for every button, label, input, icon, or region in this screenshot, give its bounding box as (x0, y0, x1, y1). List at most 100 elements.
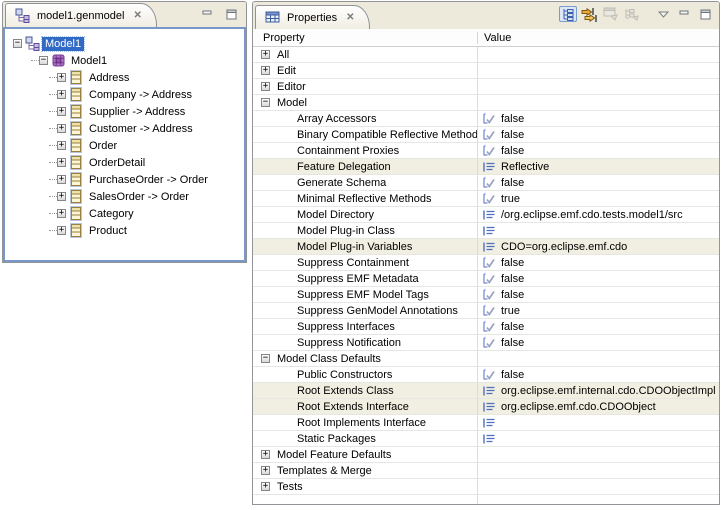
collapse-icon[interactable]: − (261, 354, 270, 363)
collapse-icon[interactable]: − (261, 98, 270, 107)
boolean-value-icon (482, 272, 497, 285)
tree-item[interactable]: + Order (5, 137, 244, 154)
property-row[interactable]: Suppress Interfacesfalse (253, 319, 719, 335)
property-name: Suppress GenModel Annotations (253, 305, 458, 317)
property-row[interactable]: Suppress GenModel Annotationstrue (253, 303, 719, 319)
property-row[interactable]: Model Plug-in VariablesCDO=org.eclipse.e… (253, 239, 719, 255)
expand-icon[interactable]: + (57, 141, 66, 150)
expand-icon[interactable]: + (261, 450, 270, 459)
expand-icon[interactable]: + (261, 466, 270, 475)
tree-item[interactable]: + OrderDetail (5, 154, 244, 171)
expand-icon[interactable]: + (57, 73, 66, 82)
property-category-row[interactable]: −Model (253, 95, 719, 111)
close-icon[interactable]: ✕ (133, 10, 141, 21)
show-categories-icon[interactable] (559, 6, 577, 22)
tree-item-label[interactable]: Model1 (42, 37, 84, 51)
property-row[interactable]: Root Extends Interfaceorg.eclipse.emf.cd… (253, 399, 719, 415)
tree-item[interactable]: + Customer -> Address (5, 120, 244, 137)
class-icon (68, 87, 84, 103)
property-row[interactable]: Model Directory/org.eclipse.emf.cdo.test… (253, 207, 719, 223)
property-column-header[interactable]: Property (253, 32, 478, 44)
property-category-row[interactable]: +Editor (253, 79, 719, 95)
property-row[interactable]: Suppress Containmentfalse (253, 255, 719, 271)
expand-icon[interactable]: + (57, 124, 66, 133)
tree-item[interactable]: + SalesOrder -> Order (5, 188, 244, 205)
tree-item-label[interactable]: Product (86, 224, 130, 238)
expand-icon[interactable]: + (57, 107, 66, 116)
maximize-icon[interactable] (222, 6, 240, 22)
property-row[interactable]: Array Accessorsfalse (253, 111, 719, 127)
property-row[interactable]: Root Extends Classorg.eclipse.emf.intern… (253, 383, 719, 399)
property-category-row[interactable]: +Templates & Merge (253, 463, 719, 479)
tree-item-label[interactable]: Order (86, 139, 120, 153)
collapse-icon[interactable]: − (13, 39, 22, 48)
property-row[interactable]: Feature DelegationReflective (253, 159, 719, 175)
maximize-icon[interactable] (696, 6, 714, 22)
property-row[interactable]: Binary Compatible Reflective Methodsfals… (253, 127, 719, 143)
tree-item-label[interactable]: Model1 (68, 54, 110, 68)
tree-item-label[interactable]: Customer -> Address (86, 122, 196, 136)
property-row[interactable]: Suppress EMF Model Tagsfalse (253, 287, 719, 303)
collapse-icon[interactable]: − (39, 56, 48, 65)
property-category-row[interactable]: −Model Class Defaults (253, 351, 719, 367)
property-row[interactable]: Static Packages (253, 431, 719, 447)
properties-view-tab[interactable]: Properties ✕ (255, 5, 370, 29)
property-value: false (501, 321, 524, 333)
property-row[interactable]: Suppress EMF Metadatafalse (253, 271, 719, 287)
minimize-icon[interactable] (675, 6, 693, 22)
property-category-row[interactable]: +Edit (253, 63, 719, 79)
restore-default-value-icon[interactable] (601, 6, 619, 22)
minimize-icon[interactable] (198, 6, 216, 22)
category-label: Tests (277, 481, 303, 493)
boolean-value-icon (482, 128, 497, 141)
property-row[interactable]: Root Implements Interface (253, 415, 719, 431)
property-name: Minimal Reflective Methods (253, 193, 432, 205)
tree-item-label[interactable]: Category (86, 207, 137, 221)
value-column-header[interactable]: Value (478, 32, 511, 44)
tree-item[interactable]: + Address (5, 69, 244, 86)
expand-icon[interactable]: + (57, 209, 66, 218)
tree-item-label[interactable]: PurchaseOrder -> Order (86, 173, 211, 187)
tree-item-label[interactable]: Address (86, 71, 132, 85)
property-row[interactable]: Generate Schemafalse (253, 175, 719, 191)
category-label: Model Class Defaults (277, 353, 381, 365)
tree-item-label[interactable]: OrderDetail (86, 156, 148, 170)
property-row[interactable]: Containment Proxiesfalse (253, 143, 719, 159)
text-value-icon (482, 416, 497, 429)
view-menu-icon[interactable] (654, 6, 672, 22)
expand-icon[interactable]: + (261, 50, 270, 59)
close-icon[interactable]: ✕ (346, 12, 354, 23)
properties-rows: +All+Edit+Editor−ModelArray Accessorsfal… (253, 47, 719, 504)
tree-item[interactable]: + PurchaseOrder -> Order (5, 171, 244, 188)
tree-item[interactable]: − Model1 (5, 35, 244, 52)
tree-item[interactable]: − Model1 (5, 52, 244, 69)
tree-item[interactable]: + Supplier -> Address (5, 103, 244, 120)
tree-item-label[interactable]: SalesOrder -> Order (86, 190, 192, 204)
property-row[interactable]: Model Plug-in Class (253, 223, 719, 239)
expand-icon[interactable]: + (57, 90, 66, 99)
property-category-row[interactable]: + Tests (253, 479, 719, 495)
property-category-row[interactable]: +Model Feature Defaults (253, 447, 719, 463)
tree-item[interactable]: + Category (5, 205, 244, 222)
editor-tab-model1-genmodel[interactable]: model1.genmodel ✕ (5, 3, 157, 27)
tree-item[interactable]: + Company -> Address (5, 86, 244, 103)
boolean-value-icon (482, 176, 497, 189)
expand-icon[interactable]: + (57, 226, 66, 235)
tree-item-label[interactable]: Supplier -> Address (86, 105, 188, 119)
expand-icon[interactable]: + (57, 158, 66, 167)
expand-icon[interactable]: + (261, 82, 270, 91)
property-value: /org.eclipse.emf.cdo.tests.model1/src (501, 209, 683, 221)
filter-icon[interactable] (622, 6, 640, 22)
expand-icon[interactable]: + (261, 482, 270, 491)
property-row[interactable]: Minimal Reflective Methodstrue (253, 191, 719, 207)
tree-item[interactable]: + Product (5, 222, 244, 239)
property-row[interactable]: Suppress Notificationfalse (253, 335, 719, 351)
property-value: false (501, 273, 524, 285)
property-category-row[interactable]: +All (253, 47, 719, 63)
show-advanced-properties-icon[interactable] (580, 6, 598, 22)
expand-icon[interactable]: + (57, 175, 66, 184)
property-row[interactable]: Public Constructorsfalse (253, 367, 719, 383)
expand-icon[interactable]: + (261, 66, 270, 75)
tree-item-label[interactable]: Company -> Address (86, 88, 195, 102)
expand-icon[interactable]: + (57, 192, 66, 201)
